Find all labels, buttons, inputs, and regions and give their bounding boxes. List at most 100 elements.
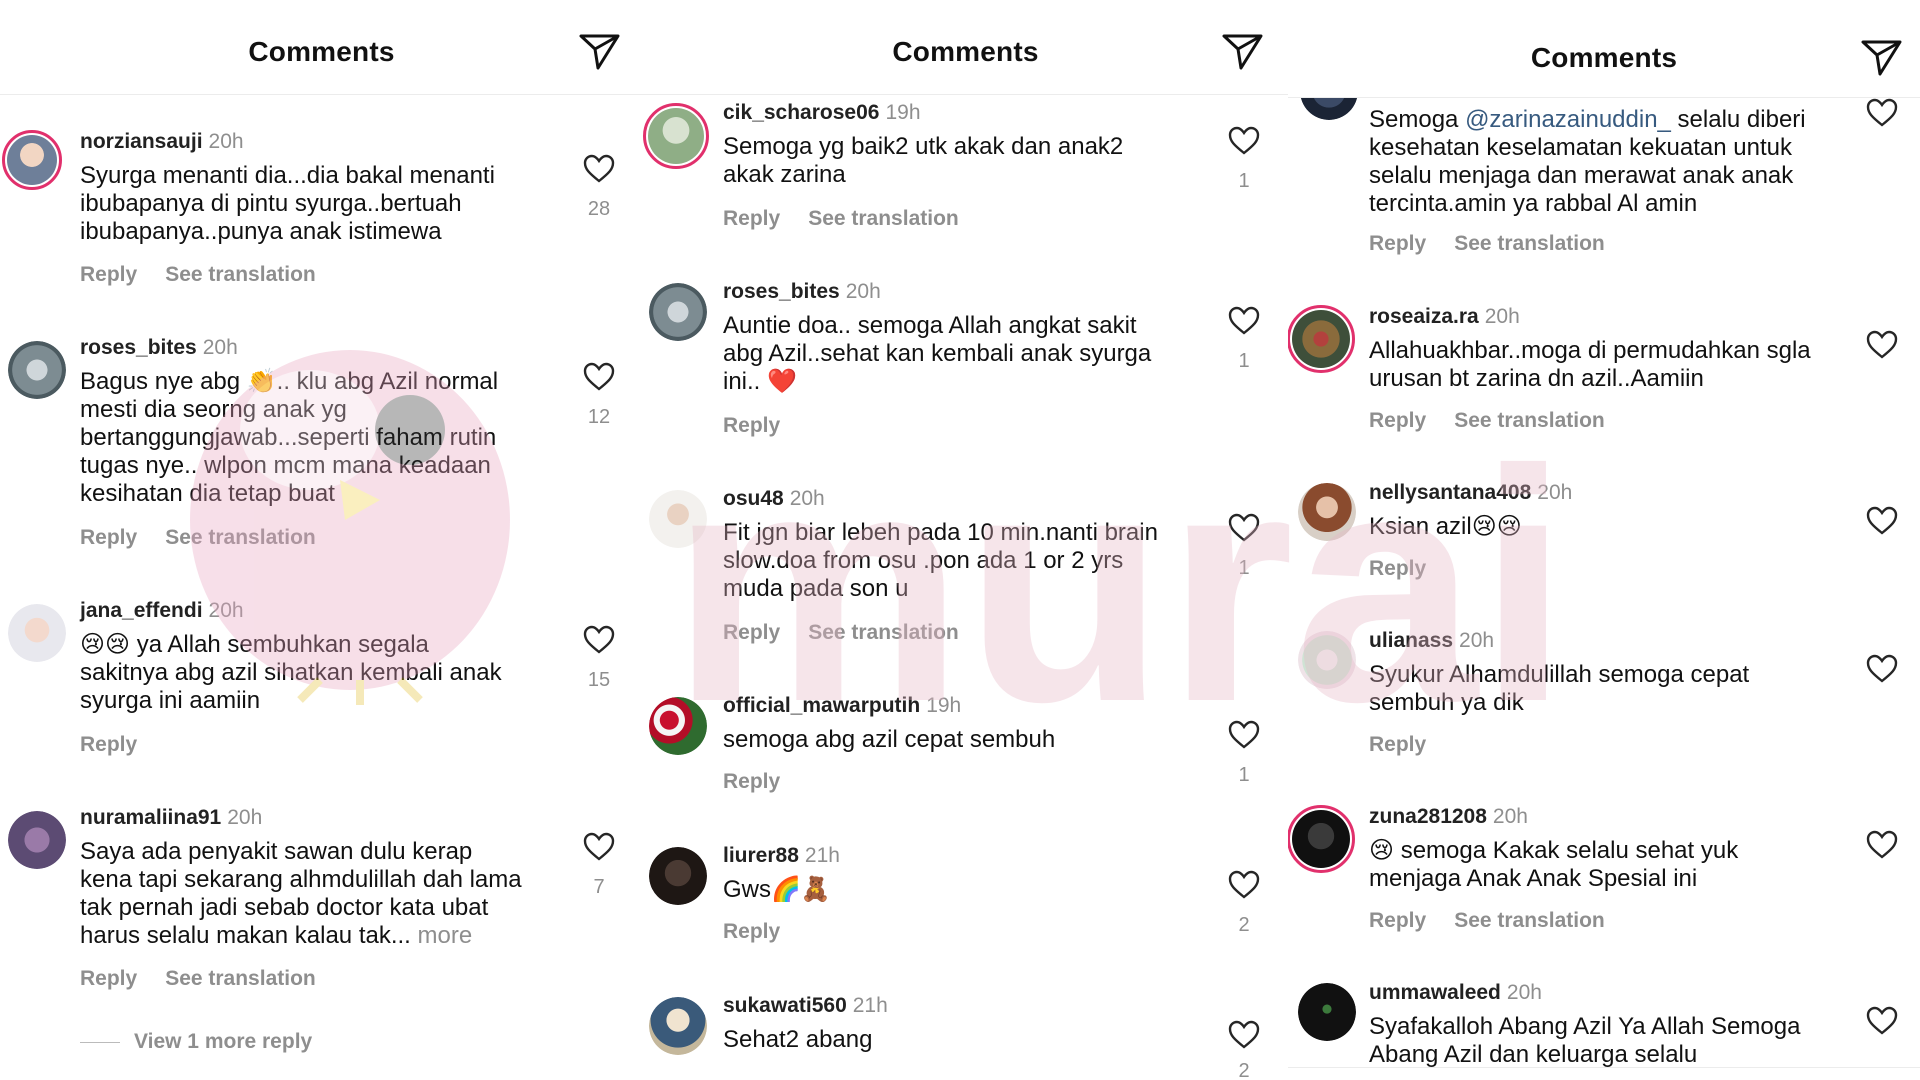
avatar[interactable] <box>1298 631 1356 689</box>
reply-button[interactable]: Reply <box>1369 232 1426 255</box>
see-translation-button[interactable]: See translation <box>808 207 959 230</box>
heart-icon[interactable] <box>1228 126 1260 156</box>
comment-time: 20h <box>208 130 244 153</box>
comment-username[interactable]: ummawaleed 20h <box>1369 981 1542 1005</box>
comment-username[interactable]: nuramaliina91 20h <box>80 806 262 830</box>
heart-icon[interactable] <box>1228 306 1260 336</box>
avatar[interactable] <box>649 697 707 755</box>
heart-icon[interactable] <box>1866 98 1898 128</box>
reply-button[interactable]: Reply <box>80 526 137 549</box>
like-count: 1 <box>1238 350 1250 372</box>
heart-icon[interactable] <box>583 625 615 655</box>
reply-button[interactable]: Reply <box>80 733 137 756</box>
comment-actions: Reply <box>1369 733 1454 757</box>
avatar[interactable] <box>8 811 66 869</box>
avatar[interactable] <box>649 997 707 1055</box>
comment-time: 20h <box>1492 805 1528 828</box>
comment-time: 20h <box>1484 305 1520 328</box>
view-more-label: View 1 more reply <box>134 1030 313 1053</box>
avatar[interactable] <box>649 490 707 548</box>
see-translation-button[interactable]: See translation <box>1454 909 1605 932</box>
avatar[interactable] <box>1298 983 1356 1041</box>
heart-icon[interactable] <box>1866 506 1898 536</box>
avatar[interactable] <box>649 847 707 905</box>
reply-button[interactable]: Reply <box>80 263 137 286</box>
comment-username[interactable]: roseaiza.ra 20h <box>1369 305 1520 329</box>
comment-actions: Reply See translation <box>1369 409 1633 433</box>
avatar[interactable] <box>8 341 66 399</box>
reply-button[interactable]: Reply <box>723 621 780 644</box>
comment-username[interactable]: official_mawarputih 19h <box>723 694 961 718</box>
avatar[interactable] <box>1288 305 1355 373</box>
comment-text: 😢😢 ya Allah sembuhkan segala sakitnya abg… <box>80 631 502 714</box>
comment-username[interactable]: jana_effendi 20h <box>80 599 244 623</box>
avatar[interactable] <box>1298 483 1356 541</box>
see-translation-button[interactable]: See translation <box>808 621 959 644</box>
comment-username[interactable]: zuna281208 20h <box>1369 805 1528 829</box>
avatar[interactable] <box>649 283 707 341</box>
comments-title: Comments <box>248 36 395 67</box>
comments-title: Comments <box>1530 42 1678 73</box>
comment-username[interactable]: nellysantana408 20h <box>1369 481 1572 505</box>
comment-username[interactable]: roses_bites 20h <box>80 336 238 360</box>
send-icon[interactable] <box>578 32 622 72</box>
heart-icon[interactable] <box>583 362 615 392</box>
comment-username[interactable]: norziansauji 20h <box>80 130 244 154</box>
reply-button[interactable]: Reply <box>723 414 780 437</box>
comment-text: Bagus nye abg 👏.. klu abg Azil normal mes… <box>80 368 499 507</box>
like-count: 2 <box>1238 1060 1250 1080</box>
reply-button[interactable]: Reply <box>1369 733 1426 756</box>
see-translation-button[interactable]: See translation <box>1454 232 1605 255</box>
avatar[interactable] <box>2 130 62 190</box>
comment-actions: Reply <box>1369 557 1454 581</box>
send-icon[interactable] <box>1860 38 1904 78</box>
comment-text: Semoga @zarinazainuddin_ selalu diberi k… <box>1369 106 1806 217</box>
heart-icon[interactable] <box>1228 1020 1260 1050</box>
heart-icon[interactable] <box>1866 830 1898 860</box>
comment-actions: Reply See translation <box>723 621 987 645</box>
comment-username[interactable]: cik_scharose06 19h <box>723 101 921 125</box>
view-more-replies-button[interactable]: View 1 more reply <box>80 1030 312 1054</box>
see-translation-button[interactable]: See translation <box>165 263 316 286</box>
see-translation-button[interactable]: See translation <box>165 967 316 990</box>
reply-button[interactable]: Reply <box>723 920 780 943</box>
heart-icon[interactable] <box>1228 870 1260 900</box>
heart-icon[interactable] <box>1228 720 1260 750</box>
heart-icon[interactable] <box>1866 330 1898 360</box>
heart-icon[interactable] <box>1866 654 1898 684</box>
more-link[interactable]: more <box>418 922 473 949</box>
comment-username[interactable]: liurer88 21h <box>723 844 840 868</box>
send-icon[interactable] <box>1221 32 1265 72</box>
reply-button[interactable]: Reply <box>1369 909 1426 932</box>
comment-actions: Reply <box>723 920 808 944</box>
comment-username[interactable]: roses_bites 20h <box>723 280 881 304</box>
comment-time: 20h <box>789 487 825 510</box>
comment-actions: Reply <box>723 414 808 438</box>
comment-actions: Reply See translation <box>1369 909 1633 933</box>
see-translation-button[interactable]: See translation <box>165 526 316 549</box>
avatar[interactable] <box>8 604 66 662</box>
heart-icon[interactable] <box>1228 513 1260 543</box>
heart-icon[interactable] <box>1866 1006 1898 1036</box>
comment-username[interactable]: osu48 20h <box>723 487 825 511</box>
comment-username[interactable]: ulianass 20h <box>1369 629 1494 653</box>
reply-button[interactable]: Reply <box>723 770 780 793</box>
reply-button[interactable]: Reply <box>80 967 137 990</box>
reply-button[interactable]: Reply <box>1369 409 1426 432</box>
comments-title: Comments <box>892 36 1039 67</box>
heart-icon[interactable] <box>583 154 615 184</box>
reply-button[interactable]: Reply <box>723 207 780 230</box>
like-count: 1 <box>1238 170 1250 192</box>
comment-username[interactable]: sukawati560 21h <box>723 994 888 1018</box>
avatar[interactable] <box>643 103 709 169</box>
comment-actions: Reply See translation <box>723 207 987 231</box>
comment-time: 21h <box>852 994 888 1017</box>
see-translation-button[interactable]: See translation <box>1454 409 1605 432</box>
comment-text: Auntie doa.. semoga Allah angkat sakit ab… <box>723 312 1152 395</box>
mention-link[interactable]: @zarinazainuddin_ <box>1465 106 1671 133</box>
comment-actions: Reply See translation <box>80 967 344 991</box>
comment-text: Ksian azil😢😢 <box>1369 513 1522 540</box>
avatar[interactable] <box>1288 805 1355 873</box>
reply-button[interactable]: Reply <box>1369 557 1426 580</box>
heart-icon[interactable] <box>583 832 615 862</box>
